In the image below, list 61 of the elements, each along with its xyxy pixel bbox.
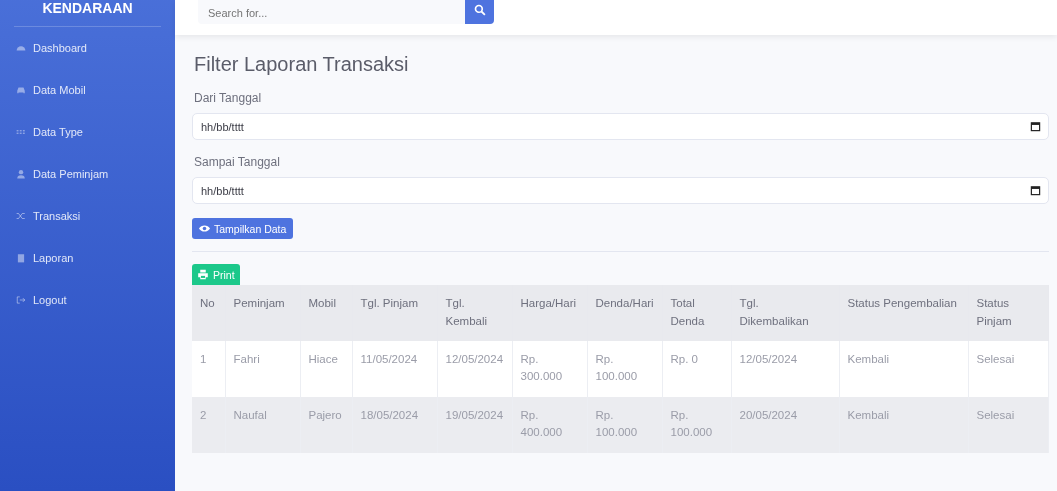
table-cell: 18/05/2024: [352, 396, 437, 453]
table-cell: Rp. 100.000: [587, 340, 662, 397]
sidebar-item[interactable]: Data Mobil: [0, 69, 175, 111]
gauge-icon: [16, 43, 26, 53]
search-field[interactable]: Search for...: [198, 0, 465, 24]
date-field[interactable]: hh/bb/tttt: [192, 177, 1049, 204]
column-header: Total Denda: [662, 285, 731, 341]
table-cell: 12/05/2024: [731, 340, 839, 397]
table-cell: Rp. 300.000: [512, 340, 587, 397]
page-title: Filter Laporan Transaksi: [194, 53, 410, 76]
column-header: Tgl. Pinjam: [352, 285, 437, 341]
table-cell: Hiace: [300, 340, 352, 397]
search-icon: [473, 4, 486, 16]
table-cell: Pajero: [300, 396, 352, 453]
field-label: Dari Tanggal: [194, 91, 263, 105]
field-label: Sampai Tanggal: [194, 155, 281, 169]
column-header: Peminjam: [225, 285, 300, 341]
shuffle-icon: [16, 211, 26, 221]
column-header: No: [192, 285, 225, 341]
sidebar-item[interactable]: Laporan: [0, 237, 175, 279]
show-data-button[interactable]: Tampilkan Data: [192, 218, 294, 239]
table-cell: 1: [192, 340, 225, 397]
table-cell: Rp. 0: [662, 340, 731, 397]
car-icon: [16, 85, 26, 95]
logout-icon: [16, 295, 26, 305]
sidebar-item[interactable]: Transaksi: [0, 195, 175, 237]
table-cell: 19/05/2024: [437, 396, 512, 453]
column-header: Harga/Hari: [512, 285, 587, 341]
table-cell: Rp. 100.000: [662, 396, 731, 453]
sidebar-item[interactable]: Data Type: [0, 111, 175, 153]
table-cell: Rp. 400.000: [512, 396, 587, 453]
user-icon: [16, 169, 26, 179]
sidebar-item[interactable]: Logout: [0, 279, 175, 321]
eye-icon: [199, 223, 210, 234]
brand-title: KENDARAAN: [41, 0, 134, 18]
column-header: Mobil: [300, 285, 352, 341]
grid-icon: [16, 127, 26, 137]
printer-icon: [197, 269, 209, 280]
table-cell: 2: [192, 396, 225, 453]
calendar-icon[interactable]: [1029, 185, 1041, 196]
table-cell: Naufal: [225, 396, 300, 453]
sidebar-item[interactable]: Data Peminjam: [0, 153, 175, 195]
clipboard-icon: [16, 253, 26, 263]
table-cell: Kembali: [839, 340, 968, 397]
table-cell: Rp. 100.000: [587, 396, 662, 453]
column-header: Tgl. Dikembalikan: [731, 285, 839, 341]
table-cell: Selesai: [968, 340, 1048, 397]
column-header: Status Pengembalian: [839, 285, 968, 341]
column-header: Denda/Hari: [587, 285, 662, 341]
table-cell: Selesai: [968, 396, 1048, 453]
column-header: Status Pinjam: [968, 285, 1048, 341]
table-cell: Fahri: [225, 340, 300, 397]
column-header: Tgl. Kembali: [437, 285, 512, 341]
table-cell: 12/05/2024: [437, 340, 512, 397]
table-cell: 11/05/2024: [352, 340, 437, 397]
table-cell: 20/05/2024: [731, 396, 839, 453]
sidebar-item[interactable]: Dashboard: [0, 27, 175, 69]
calendar-icon[interactable]: [1029, 121, 1041, 132]
date-field[interactable]: hh/bb/tttt: [192, 113, 1049, 140]
table-cell: Kembali: [839, 396, 968, 453]
search-button[interactable]: [465, 0, 494, 24]
